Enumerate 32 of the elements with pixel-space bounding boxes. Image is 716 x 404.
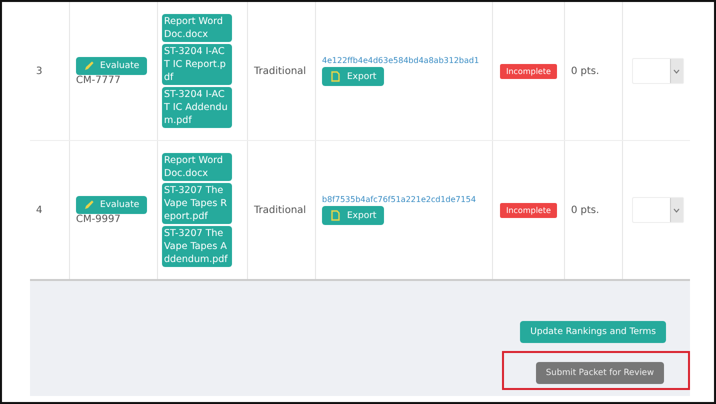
- points-text: 0 pts.: [571, 204, 600, 216]
- export-button[interactable]: Export: [322, 67, 384, 86]
- submit-button[interactable]: Submit Packet for Review: [536, 362, 664, 384]
- file-tag[interactable]: ST-3204 I-ACT IC Report.pdf: [162, 44, 232, 85]
- chevron-down-icon: [673, 68, 680, 74]
- status-badge: Incomplete: [500, 64, 557, 78]
- type-text: Traditional: [254, 204, 308, 216]
- document-icon: [330, 71, 341, 82]
- chevron-down-icon: [673, 208, 680, 212]
- file-tag[interactable]: ST-3207 The Vape Tapes Addendum.pdf: [162, 226, 232, 267]
- evaluate-button[interactable]: Evaluate: [76, 56, 148, 74]
- file-tag[interactable]: ST-3207 The Vape Tapes Report.pdf: [162, 183, 232, 224]
- points-text: 0 pts.: [571, 66, 600, 76]
- pencil-icon: [84, 60, 94, 70]
- hash-link[interactable]: 4e122ffb4e4d63e584bd4a8ab312bad1: [322, 56, 486, 65]
- row-number: 3: [36, 66, 44, 76]
- hash-link[interactable]: b8f7535b4afc76f51a221e2cd1de7154: [322, 195, 486, 204]
- row-number: 4: [36, 204, 44, 216]
- status-badge: Incomplete: [500, 202, 557, 218]
- file-tag[interactable]: ST-3204 I-ACT IC Addendum.pdf: [162, 87, 232, 128]
- rank-select[interactable]: [632, 58, 684, 84]
- update-rankings-button[interactable]: Update Rankings and Terms: [520, 321, 666, 343]
- export-button[interactable]: Export: [322, 206, 384, 225]
- case-code: CM-7777: [76, 74, 122, 86]
- pencil-icon: [84, 200, 94, 210]
- file-tag[interactable]: Report Word Doc.docx: [162, 153, 232, 181]
- rank-select[interactable]: [632, 197, 684, 223]
- document-icon: [330, 210, 341, 221]
- type-text: Traditional: [254, 66, 308, 76]
- evaluate-button[interactable]: Evaluate: [76, 196, 148, 214]
- case-code: CM-9997: [76, 214, 122, 224]
- file-tag[interactable]: Report Word Doc.docx: [162, 14, 232, 42]
